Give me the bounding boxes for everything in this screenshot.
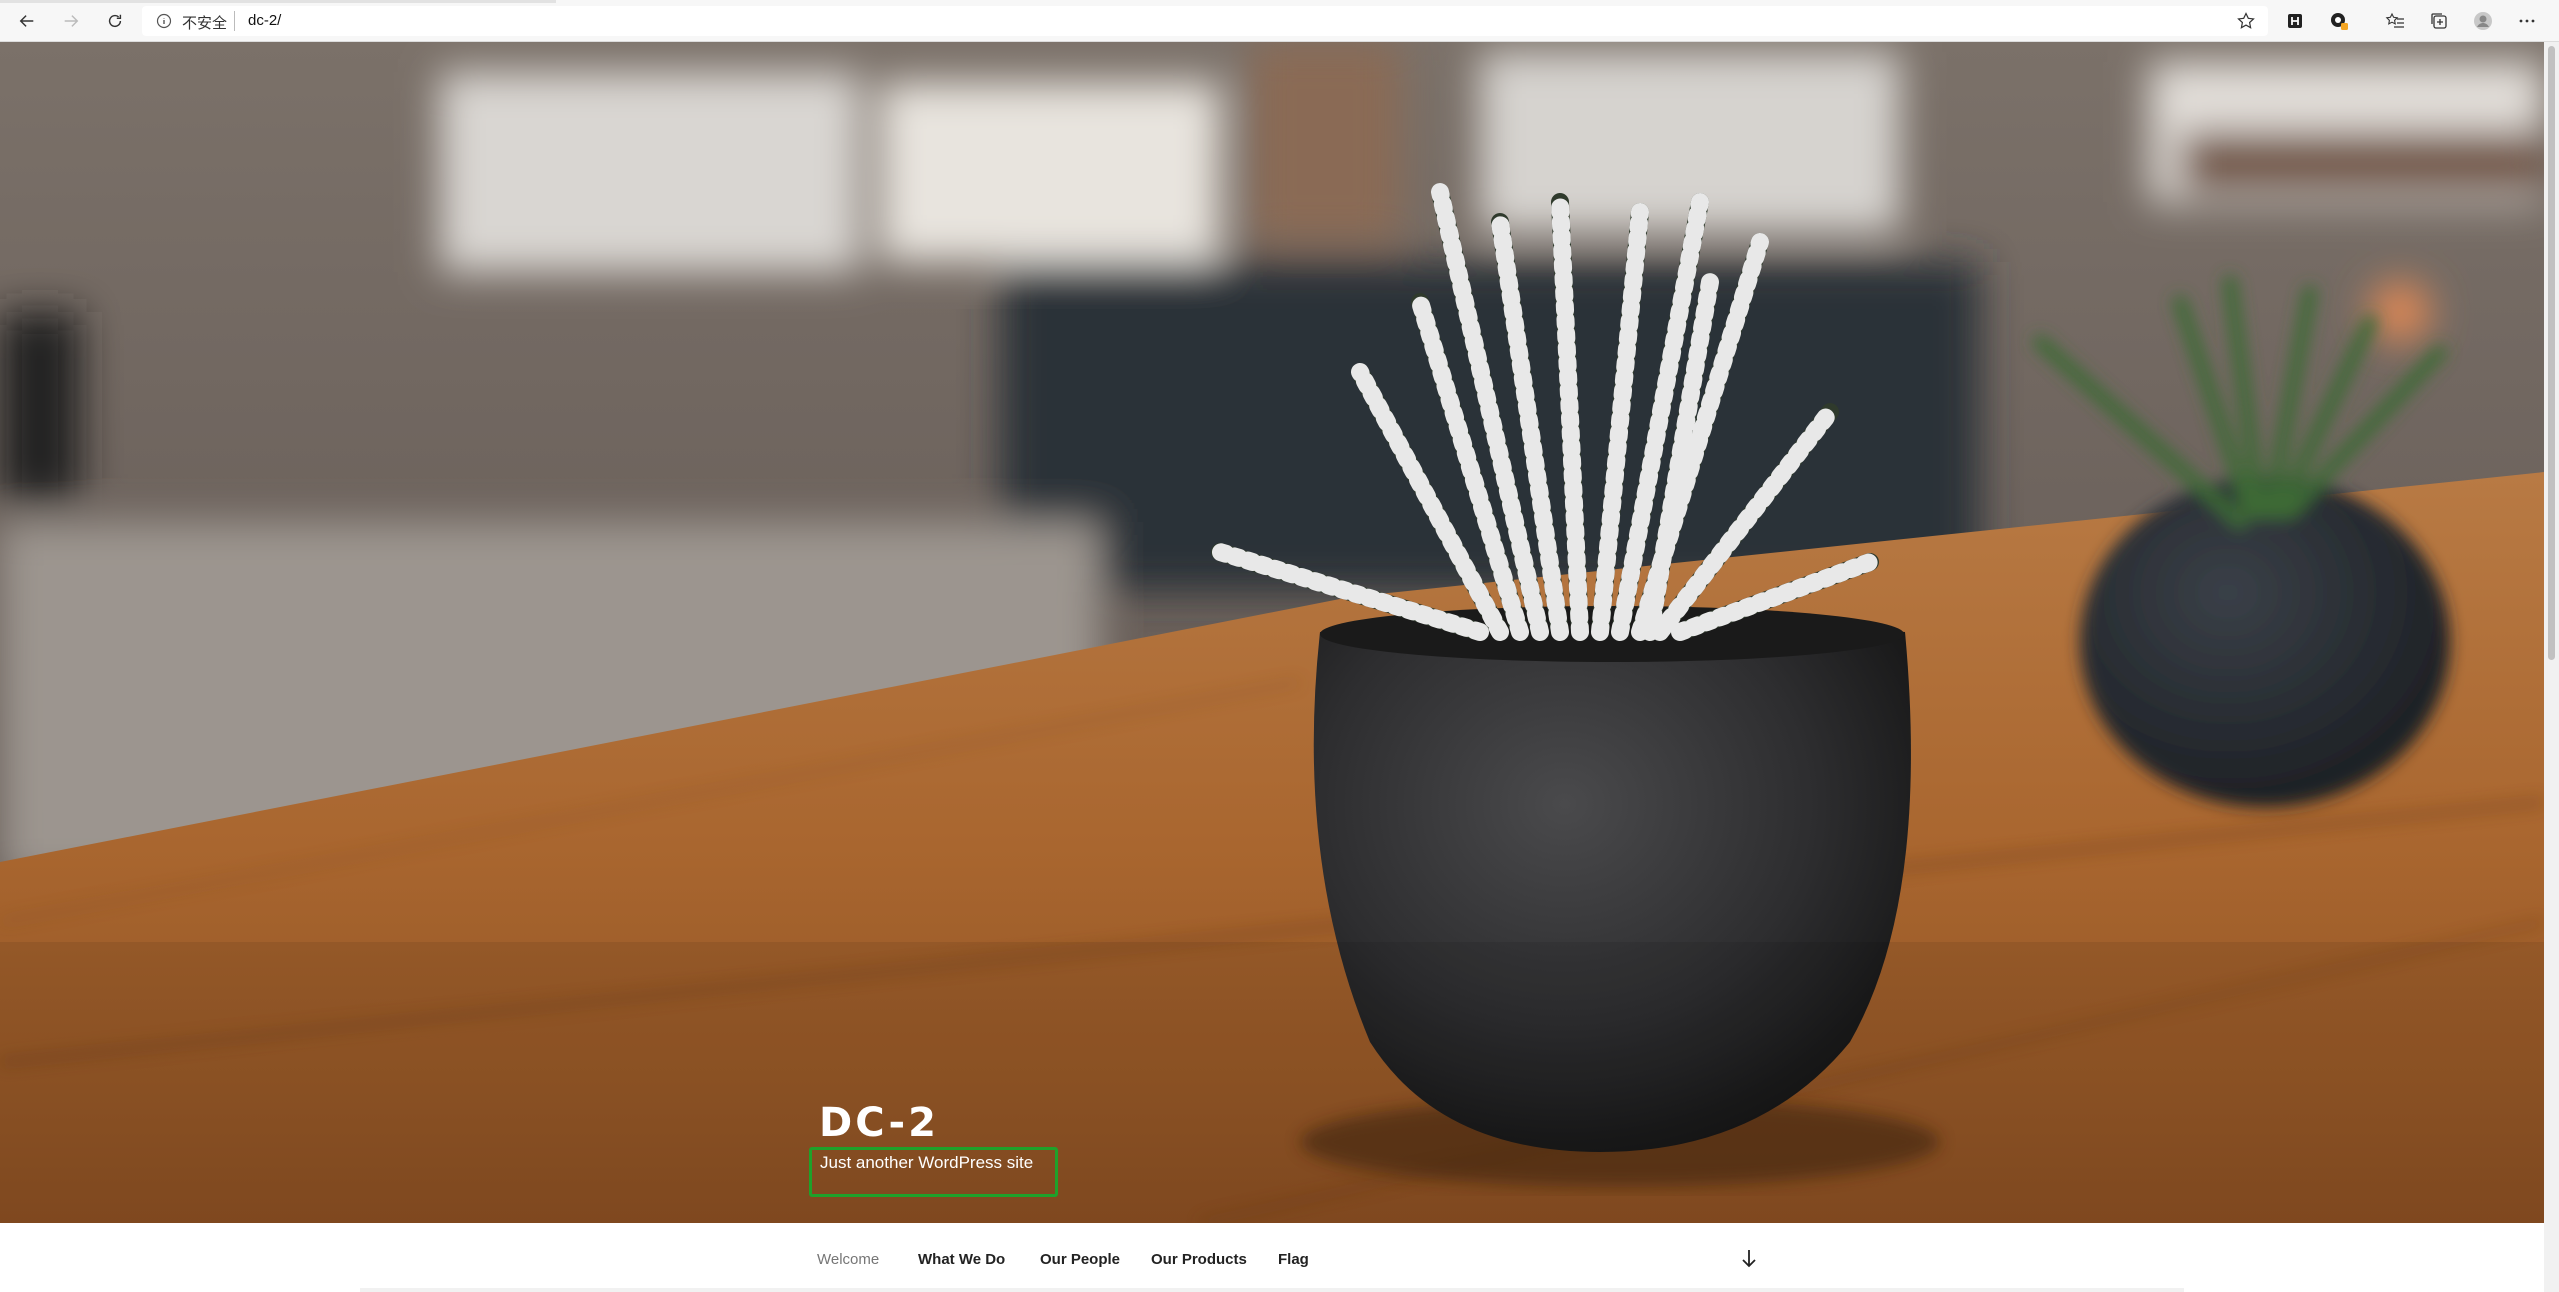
security-label: 不安全 [182, 15, 228, 32]
loading-bar [0, 0, 556, 3]
nav-item-welcome[interactable]: Welcome [817, 1251, 879, 1268]
address-separator [234, 11, 235, 31]
favorite-star-icon[interactable] [2236, 11, 2256, 31]
address-bar[interactable]: 不安全 dc-2/ [142, 6, 2268, 36]
extension-button[interactable] [2284, 10, 2306, 32]
url-text[interactable]: dc-2/ [248, 12, 281, 29]
browser-toolbar: 不安全 dc-2/ [0, 0, 2559, 42]
header-hero-image [0, 42, 2544, 1223]
more-menu-button[interactable] [2516, 10, 2538, 32]
collections-icon [2431, 13, 2447, 29]
profile-button[interactable] [2472, 10, 2494, 32]
nav-item-flag[interactable]: Flag [1278, 1251, 1309, 1268]
page-scrollbar[interactable] [2544, 42, 2559, 1292]
content-edge [360, 1288, 2184, 1292]
scroll-down-arrow-icon[interactable] [1739, 1248, 1759, 1270]
main-navigation [0, 1223, 2544, 1292]
nav-item-our-people[interactable]: Our People [1040, 1251, 1120, 1268]
ellipsis-icon [2519, 19, 2535, 23]
info-icon[interactable] [156, 13, 172, 29]
favorites-list-icon [2385, 12, 2404, 28]
profile-avatar-icon [2474, 12, 2492, 30]
extension-h-icon [2288, 14, 2302, 28]
refresh-button[interactable] [100, 7, 130, 35]
back-button[interactable] [12, 7, 42, 35]
extension-badge-button[interactable] [2328, 10, 2350, 32]
scrollbar-thumb[interactable] [2548, 46, 2555, 660]
favorites-button[interactable] [2384, 10, 2406, 32]
forward-arrow-icon [64, 15, 79, 27]
succulent-plant-photo [0, 42, 2544, 1223]
nav-item-our-products[interactable]: Our Products [1151, 1251, 1247, 1268]
refresh-icon [108, 14, 122, 28]
nav-item-what-we-do[interactable]: What We Do [918, 1251, 1005, 1268]
forward-button[interactable] [56, 7, 86, 35]
back-arrow-icon [19, 15, 34, 27]
collections-button[interactable] [2428, 10, 2450, 32]
site-tagline: Just another WordPress site [820, 1153, 1034, 1172]
extension-shield-icon [2331, 13, 2348, 30]
site-title[interactable]: DC-2 [819, 1100, 939, 1146]
